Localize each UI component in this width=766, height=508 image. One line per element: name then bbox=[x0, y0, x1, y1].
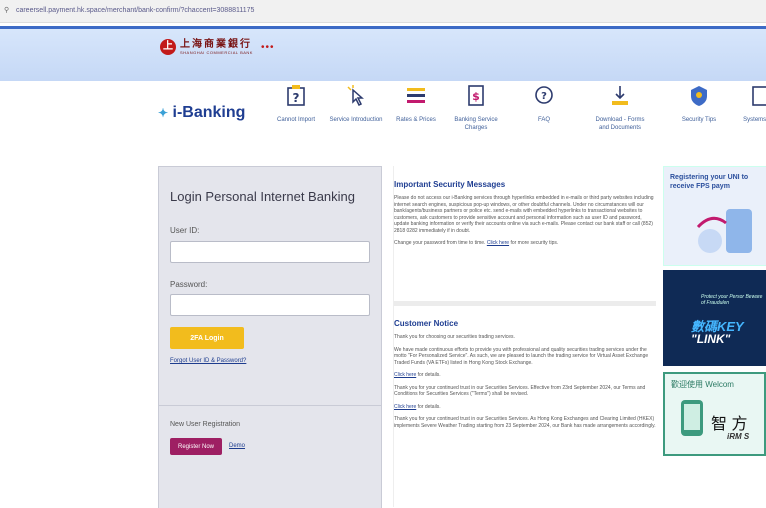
fps-banner-text: Registering your UNI to receive FPS paym bbox=[670, 174, 749, 190]
nav-item-cannot-import[interactable]: ? Cannot Import bbox=[266, 84, 326, 124]
bank-name-cn: 上海商業銀行 bbox=[180, 39, 252, 50]
nav-item-systems[interactable]: Systems Sc bbox=[729, 84, 766, 124]
promo-column: Registering your UNI to receive FPS paym… bbox=[663, 166, 766, 507]
notice-p6: Thank you for your continued trust in ou… bbox=[394, 416, 656, 429]
nav-label: FAQ bbox=[537, 117, 550, 123]
notice-p1: Thank you for choosing our securities tr… bbox=[394, 334, 515, 340]
bank-header: 上 上海商業銀行 SHANGHAI COMMERCIAL BANK ••• bbox=[0, 26, 766, 81]
phone-illustration-icon bbox=[696, 209, 752, 253]
ibanking-brand[interactable]: ✦ i-Banking bbox=[158, 104, 245, 122]
nav-label: Service Introduction bbox=[329, 117, 383, 123]
nav-label: Rates & Prices bbox=[396, 117, 436, 123]
nav-item-security-tips[interactable]: Security Tips bbox=[669, 84, 729, 124]
notice-details-link[interactable]: Click here bbox=[394, 372, 416, 378]
register-now-button[interactable]: Register Now bbox=[170, 438, 222, 455]
forgot-credentials-link[interactable]: Forgot User ID & Password? bbox=[170, 358, 246, 364]
nav-label: Security Tips bbox=[681, 117, 717, 123]
login-divider bbox=[159, 405, 381, 406]
nav-label: Banking Service Charges bbox=[454, 117, 498, 131]
list-icon bbox=[407, 88, 425, 103]
security-body: Please do not access our i-Banking servi… bbox=[394, 195, 654, 234]
notice-title: Customer Notice bbox=[394, 319, 459, 328]
password-input[interactable] bbox=[170, 294, 370, 316]
password-label: Password: bbox=[170, 280, 208, 289]
shield-icon bbox=[691, 86, 707, 106]
security-tips-link[interactable]: Click here bbox=[487, 240, 509, 246]
irm-welcome-text: 歡迎使用 Welcom bbox=[671, 380, 734, 389]
nav-item-rates-prices[interactable]: Rates & Prices bbox=[386, 84, 446, 124]
nav-item-service-introduction[interactable]: Service Introduction bbox=[326, 84, 386, 124]
notice-p5: Click here for details. bbox=[394, 403, 441, 410]
svg-text:?: ? bbox=[541, 91, 547, 102]
site-info-icon[interactable]: ⚲ bbox=[4, 0, 14, 22]
nav-label: Download - Forms and Documents bbox=[595, 117, 645, 131]
fps-registration-banner[interactable]: Registering your UNI to receive FPS paym bbox=[663, 166, 766, 266]
security-tip: Change your password from time to time. … bbox=[394, 240, 559, 246]
nav-item-faq[interactable]: ? FAQ bbox=[514, 84, 574, 124]
browser-address-bar[interactable]: ⚲ careersell.payment.hk.space/merchant/b… bbox=[0, 0, 766, 23]
digital-key-subtitle: Protect your Persor Beware of Fraudulen bbox=[701, 294, 763, 306]
top-navigation: ✦ i-Banking ? Cannot Import Service Intr… bbox=[0, 78, 766, 158]
notice-details-link-2[interactable]: Click here bbox=[394, 404, 416, 410]
notice-p2: We have made continuous efforts to provi… bbox=[394, 346, 649, 366]
new-user-label: New User Registration bbox=[170, 421, 241, 428]
messages-column: Important Security Messages Please do no… bbox=[393, 166, 656, 507]
question-icon: ? bbox=[287, 85, 305, 106]
user-id-label: User ID: bbox=[170, 226, 200, 235]
irm-service-banner[interactable]: 歡迎使用 Welcom 智 方 iRM S bbox=[663, 372, 766, 456]
mobile-phone-icon bbox=[681, 400, 703, 436]
security-messages: Important Security Messages Please do no… bbox=[394, 180, 656, 247]
digital-key-banner[interactable]: Protect your Persor Beware of Fraudulen … bbox=[663, 270, 766, 366]
click-icon bbox=[347, 85, 364, 107]
login-panel: Login Personal Internet Banking User ID:… bbox=[158, 166, 382, 508]
login-title: Login Personal Internet Banking bbox=[170, 189, 356, 204]
nav-label: Systems Sc bbox=[743, 117, 766, 123]
svg-text:?: ? bbox=[293, 91, 300, 105]
irm-chinese-text: 智 方 bbox=[711, 416, 748, 433]
nav-item-download-forms[interactable]: Download - Forms and Documents bbox=[590, 84, 650, 132]
bank-name-en: SHANGHAI COMMERCIAL BANK bbox=[180, 50, 253, 55]
demo-link[interactable]: Demo bbox=[229, 443, 245, 449]
logo-decoration: ••• bbox=[260, 41, 275, 53]
nav-label: Cannot Import bbox=[276, 117, 316, 123]
svg-text:$: $ bbox=[472, 90, 480, 103]
irm-service-text: iRM S bbox=[727, 432, 750, 441]
url-text[interactable]: careersell.payment.hk.space/merchant/ban… bbox=[16, 7, 254, 14]
2fa-login-button[interactable]: 2FA Login bbox=[170, 327, 244, 349]
notice-p3: Click here for details. bbox=[394, 372, 441, 378]
faq-icon: ? bbox=[535, 86, 553, 104]
bank-logo-icon: 上 bbox=[160, 39, 176, 55]
download-icon bbox=[612, 86, 628, 105]
security-title: Important Security Messages bbox=[394, 180, 506, 189]
digital-key-link-text: "LINK" bbox=[691, 332, 731, 346]
customer-notice: Customer Notice Thank you for choosing o… bbox=[394, 319, 656, 429]
notice-p4: Thank you for your continued trust in ou… bbox=[394, 384, 646, 398]
nav-item-banking-service-charges[interactable]: $ Banking Service Charges bbox=[446, 84, 506, 132]
user-id-input[interactable] bbox=[170, 241, 370, 263]
doc-icon bbox=[752, 86, 766, 106]
bank-logo[interactable]: 上 上海商業銀行 SHANGHAI COMMERCIAL BANK ••• bbox=[160, 39, 275, 55]
sparkle-icon: ✦ bbox=[158, 106, 169, 120]
dollar-doc-icon: $ bbox=[468, 85, 484, 106]
section-separator bbox=[394, 301, 656, 306]
